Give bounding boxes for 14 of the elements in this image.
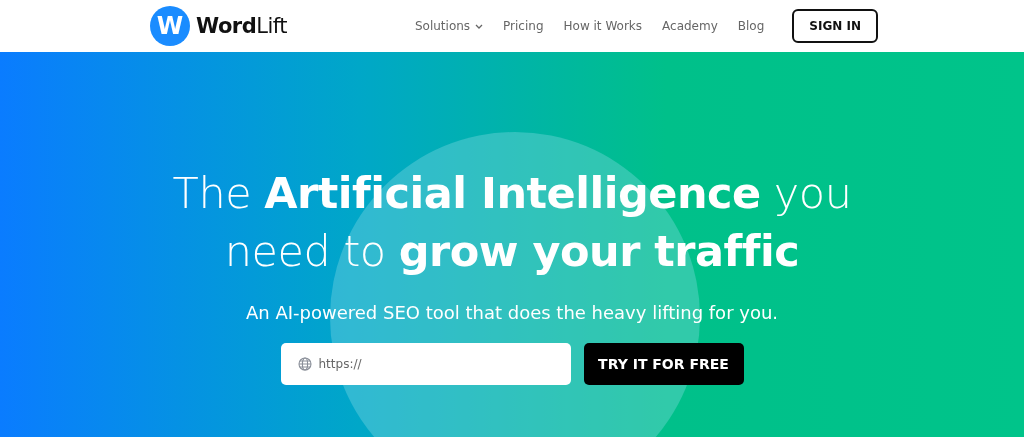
nav-link[interactable]: How it Works [563, 19, 643, 33]
chevron-down-icon [475, 23, 484, 29]
try-free-button[interactable]: TRY IT FOR FREE [583, 343, 744, 385]
nav-link[interactable]: Solutions [414, 19, 484, 33]
nav-link[interactable]: Academy [662, 19, 718, 33]
logo-mark: W [150, 6, 190, 46]
logo-text: WordLift [196, 14, 288, 38]
sign-in-button[interactable]: SIGN IN [792, 9, 878, 43]
subtitle: An AI-powered SEO tool that does the heavy lifting for you. [245, 302, 779, 323]
url-input-field[interactable]: https:// [280, 343, 571, 385]
headline: The Artificial Intelligence you need to grow your traffic [172, 167, 852, 278]
nav-link[interactable]: Blog [737, 19, 765, 33]
globe-icon [297, 357, 312, 371]
nav-link[interactable]: Pricing [503, 19, 544, 33]
